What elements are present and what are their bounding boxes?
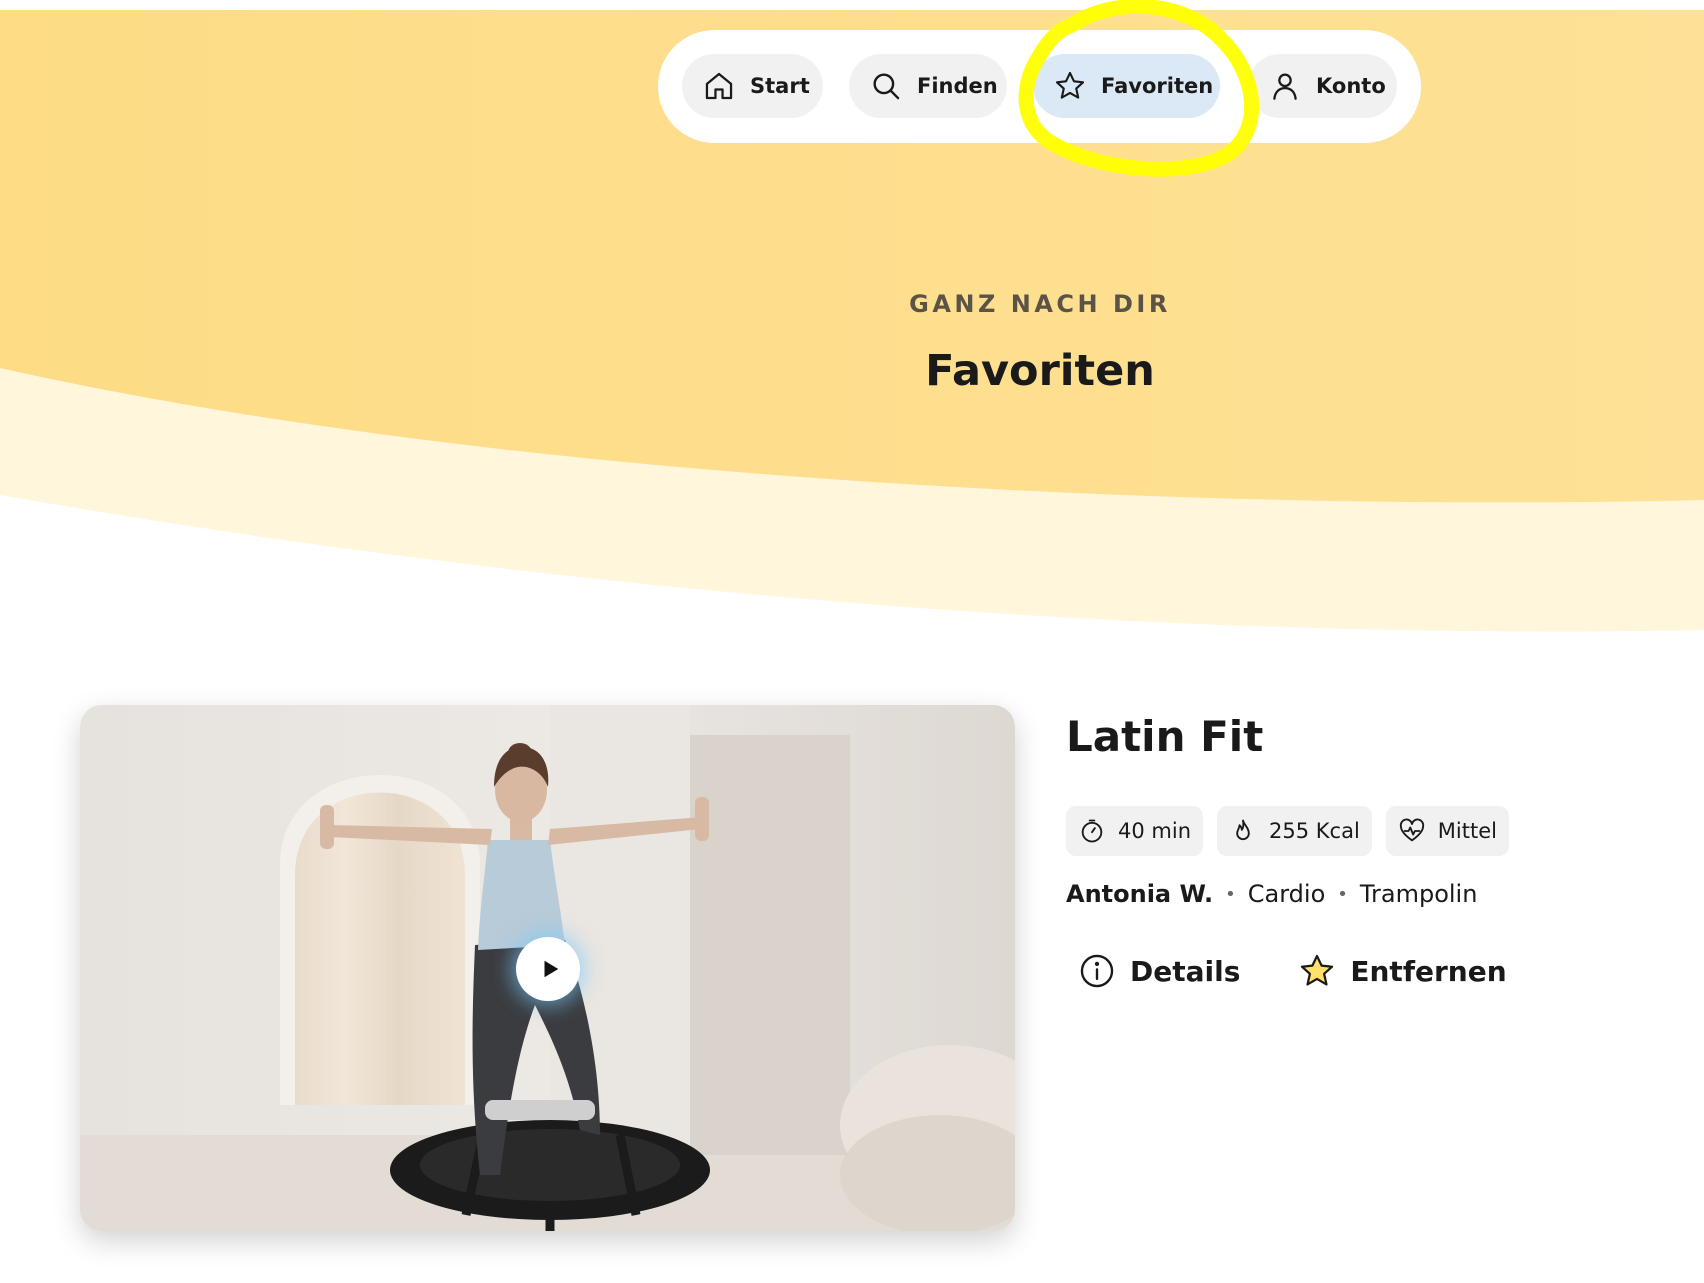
heart-pulse-icon <box>1399 818 1424 842</box>
info-icon <box>1080 954 1114 988</box>
category-trampolin: Trampolin <box>1359 880 1478 908</box>
user-icon <box>1273 73 1297 100</box>
workout-thumbnail[interactable] <box>80 705 1015 1231</box>
main-navigation: Start Finden Favoriten Konto <box>658 30 1421 143</box>
duration-chip: 40 min <box>1066 806 1203 856</box>
workout-stats: 40 min 255 Kcal Mittel <box>1066 806 1523 856</box>
category-cardio: Cardio <box>1247 880 1326 908</box>
workout-meta: Antonia W. • Cardio • Trampolin <box>1066 880 1477 908</box>
calories-value: 255 Kcal <box>1269 819 1360 843</box>
nav-item-favoriten[interactable]: Favoriten <box>1033 54 1220 118</box>
flame-icon <box>1236 819 1250 841</box>
intensity-chip: Mittel <box>1385 806 1509 856</box>
play-button[interactable] <box>516 937 580 1001</box>
nav-label-konto: Konto <box>1316 74 1386 98</box>
star-filled-icon <box>1301 954 1334 986</box>
meta-separator: • <box>1337 883 1348 905</box>
calories-chip: 255 Kcal <box>1217 806 1372 856</box>
duration-value: 40 min <box>1118 819 1191 843</box>
nav-label-start: Start <box>750 74 810 98</box>
page-title: Favoriten <box>925 346 1155 396</box>
search-icon <box>873 73 900 100</box>
star-icon <box>1055 71 1085 99</box>
nav-item-start[interactable]: Start <box>682 54 823 118</box>
home-icon <box>705 72 733 100</box>
top-border <box>0 0 1704 10</box>
nav-label-favoriten: Favoriten <box>1101 74 1214 98</box>
play-icon <box>544 960 559 978</box>
intensity-value: Mittel <box>1437 819 1497 843</box>
details-button[interactable]: Details <box>1078 952 1240 990</box>
meta-separator: • <box>1225 883 1236 905</box>
trainer-name: Antonia W. <box>1066 880 1214 908</box>
workout-actions: Details Entfernen <box>1078 952 1565 990</box>
workout-title: Latin Fit <box>1066 712 1264 761</box>
stopwatch-icon <box>1081 819 1103 843</box>
details-label: Details <box>1130 954 1241 988</box>
remove-label: Entfernen <box>1350 954 1507 988</box>
nav-item-konto[interactable]: Konto <box>1248 54 1397 118</box>
remove-favorite-button[interactable]: Entfernen <box>1298 952 1507 990</box>
nav-item-finden[interactable]: Finden <box>849 54 1007 118</box>
nav-label-finden: Finden <box>917 74 998 98</box>
hero-eyebrow: GANZ NACH DIR <box>909 290 1171 318</box>
